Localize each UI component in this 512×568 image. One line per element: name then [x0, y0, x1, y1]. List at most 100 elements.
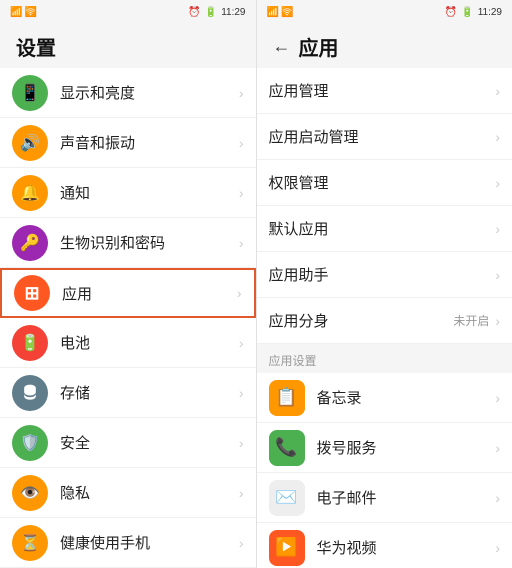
email-icon: ✉️ — [269, 480, 305, 516]
default-app-label: 默认应用 — [269, 218, 496, 239]
settings-item-biometric[interactable]: 🔑 生物识别和密码 › — [0, 218, 256, 268]
right-battery-icon: 🔋 — [461, 7, 473, 18]
notes-arrow: › — [495, 390, 500, 406]
menu-item-app-manage[interactable]: 应用管理 › — [257, 68, 512, 114]
left-title: 设置 — [16, 32, 56, 61]
battery-arrow: › — [239, 335, 244, 351]
biometric-label: 生物识别和密码 — [60, 232, 239, 253]
battery-label: 电池 — [60, 332, 239, 353]
right-status-right: ⏰ 🔋 11:29 — [445, 7, 502, 18]
back-button[interactable]: ← — [273, 36, 291, 57]
left-status-signal: 📶 🛜 — [10, 7, 37, 18]
app-item-dialer[interactable]: 📞 拨号服务 › — [257, 423, 512, 473]
storage-arrow: › — [239, 385, 244, 401]
right-signal-icon: 📶 — [267, 7, 279, 18]
app-manage-label: 应用管理 — [269, 80, 496, 101]
right-title: 应用 — [299, 32, 339, 61]
dialer-icon: 📞 — [269, 430, 305, 466]
app-item-video[interactable]: ▶️ 华为视频 › — [257, 523, 512, 568]
menu-item-permission[interactable]: 权限管理 › — [257, 160, 512, 206]
settings-item-storage[interactable]: 存储 › — [0, 368, 256, 418]
right-header: ← 应用 — [257, 24, 512, 68]
menu-item-app-helper[interactable]: 应用助手 › — [257, 252, 512, 298]
app-manage-arrow: › — [495, 83, 500, 99]
privacy-icon: 👁️ — [12, 475, 48, 511]
wifi-icon: 🛜 — [24, 7, 36, 18]
display-label: 显示和亮度 — [60, 82, 239, 103]
menu-item-app-clone[interactable]: 应用分身 未开启 › — [257, 298, 512, 344]
privacy-label: 隐私 — [60, 482, 239, 503]
battery-icon-item: 🔋 — [12, 325, 48, 361]
sound-icon: 🔊 — [12, 125, 48, 161]
left-panel: 📶 🛜 ⏰ 🔋 11:29 设置 📱 显示和亮度 › 🔊 声音和振动 › 🔔 通… — [0, 0, 256, 568]
alarm-icon: ⏰ — [188, 7, 200, 18]
app-launch-label: 应用启动管理 — [269, 126, 496, 147]
settings-item-notification[interactable]: 🔔 通知 › — [0, 168, 256, 218]
right-status-bar: 📶 🛜 ⏰ 🔋 11:29 — [257, 0, 512, 24]
left-status-bar: 📶 🛜 ⏰ 🔋 11:29 — [0, 0, 256, 24]
health-icon: ⏳ — [12, 525, 48, 561]
permission-label: 权限管理 — [269, 172, 496, 193]
settings-item-privacy[interactable]: 👁️ 隐私 › — [0, 468, 256, 518]
battery-icon: 🔋 — [205, 7, 217, 18]
email-arrow: › — [495, 490, 500, 506]
email-label: 电子邮件 — [317, 487, 496, 508]
video-label: 华为视频 — [317, 537, 496, 558]
app-clone-badge: 未开启 — [453, 312, 489, 329]
right-menu-list: 应用管理 › 应用启动管理 › 权限管理 › 默认应用 › 应用助手 › 应用分… — [257, 68, 512, 568]
dialer-label: 拨号服务 — [317, 437, 496, 458]
settings-item-battery[interactable]: 🔋 电池 › — [0, 318, 256, 368]
app-settings-section-label: 应用设置 — [257, 344, 512, 373]
storage-label: 存储 — [60, 382, 239, 403]
signal-icon: 📶 — [10, 7, 22, 18]
biometric-arrow: › — [239, 235, 244, 251]
storage-icon — [12, 375, 48, 411]
app-launch-arrow: › — [495, 129, 500, 145]
health-label: 健康使用手机 — [60, 532, 239, 553]
security-arrow: › — [239, 435, 244, 451]
app-item-notes[interactable]: 📋 备忘录 › — [257, 373, 512, 423]
right-status-signal: 📶 🛜 — [267, 7, 294, 18]
video-arrow: › — [495, 540, 500, 556]
notes-icon: 📋 — [269, 380, 305, 416]
biometric-icon: 🔑 — [12, 225, 48, 261]
app-clone-label: 应用分身 — [269, 310, 454, 331]
apps-arrow: › — [237, 285, 242, 301]
security-icon: 🛡️ — [12, 425, 48, 461]
settings-item-apps[interactable]: ⊞ 应用 › — [0, 268, 256, 318]
default-app-arrow: › — [495, 221, 500, 237]
apps-icon: ⊞ — [14, 275, 50, 311]
settings-item-security[interactable]: 🛡️ 安全 › — [0, 418, 256, 468]
settings-list: 📱 显示和亮度 › 🔊 声音和振动 › 🔔 通知 › 🔑 生物识别和密码 › ⊞… — [0, 68, 256, 568]
notification-arrow: › — [239, 185, 244, 201]
right-panel: 📶 🛜 ⏰ 🔋 11:29 ← 应用 应用管理 › 应用启动管理 › 权限管理 … — [257, 0, 512, 568]
security-label: 安全 — [60, 432, 239, 453]
settings-item-display[interactable]: 📱 显示和亮度 › — [0, 68, 256, 118]
settings-item-sound[interactable]: 🔊 声音和振动 › — [0, 118, 256, 168]
notification-label: 通知 — [60, 182, 239, 203]
display-icon: 📱 — [12, 75, 48, 111]
app-helper-label: 应用助手 — [269, 264, 496, 285]
notes-label: 备忘录 — [317, 387, 496, 408]
dialer-arrow: › — [495, 440, 500, 456]
menu-item-default-app[interactable]: 默认应用 › — [257, 206, 512, 252]
video-icon: ▶️ — [269, 530, 305, 566]
left-header: 设置 — [0, 24, 256, 68]
permission-arrow: › — [495, 175, 500, 191]
sound-arrow: › — [239, 135, 244, 151]
left-time: 11:29 — [221, 7, 245, 18]
sound-label: 声音和振动 — [60, 132, 239, 153]
right-time: 11:29 — [478, 7, 502, 18]
display-arrow: › — [239, 85, 244, 101]
notification-icon: 🔔 — [12, 175, 48, 211]
health-arrow: › — [239, 535, 244, 551]
privacy-arrow: › — [239, 485, 244, 501]
apps-label: 应用 — [62, 283, 237, 304]
app-item-email[interactable]: ✉️ 电子邮件 › — [257, 473, 512, 523]
app-clone-arrow: › — [495, 313, 500, 329]
menu-item-app-launch[interactable]: 应用启动管理 › — [257, 114, 512, 160]
right-alarm-icon: ⏰ — [445, 7, 457, 18]
app-helper-arrow: › — [495, 267, 500, 283]
settings-item-health[interactable]: ⏳ 健康使用手机 › — [0, 518, 256, 568]
right-wifi-icon: 🛜 — [281, 7, 293, 18]
